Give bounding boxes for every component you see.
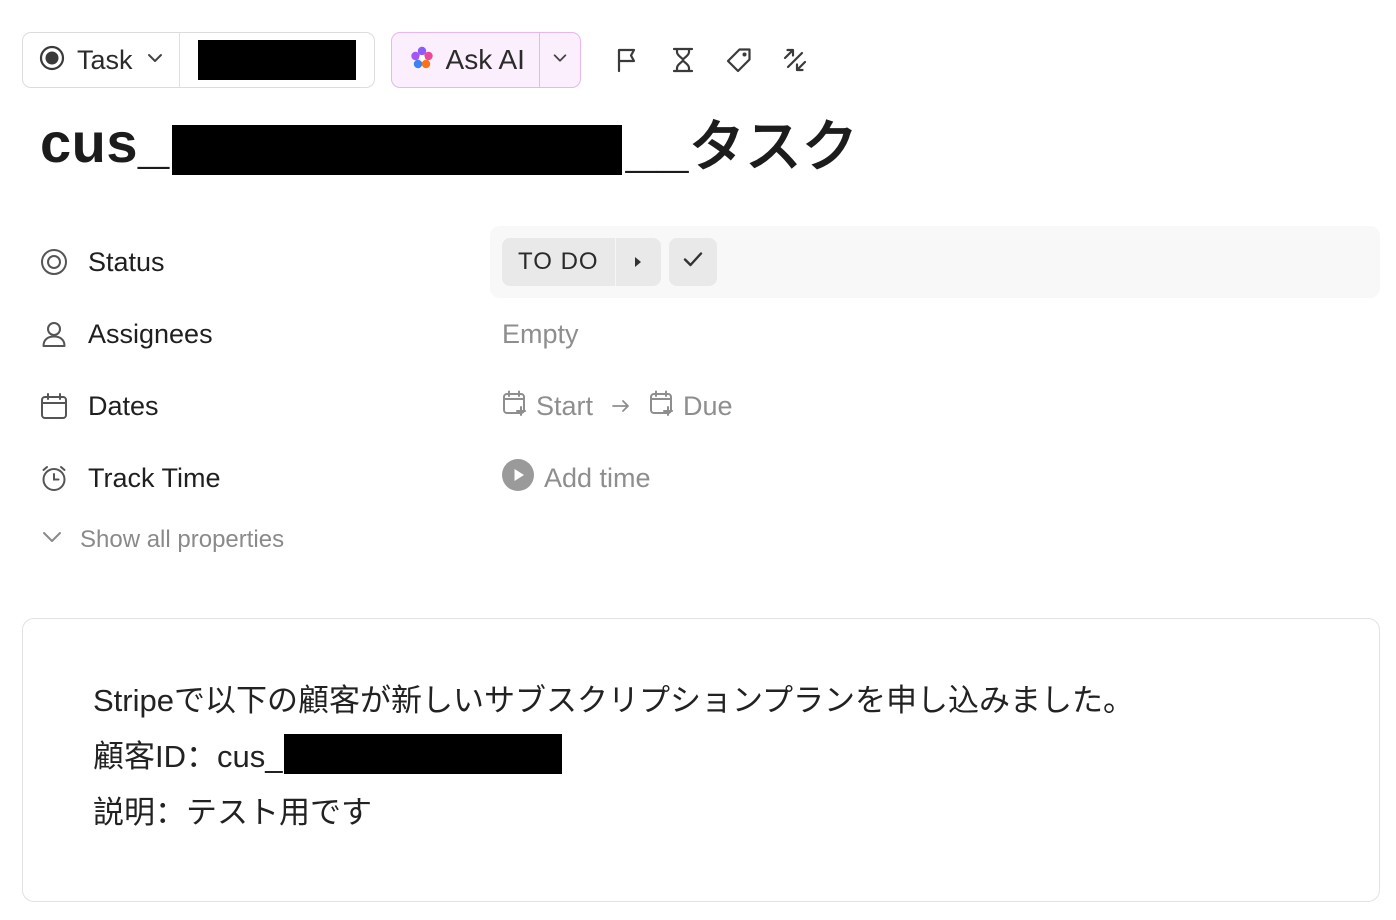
add-time-button[interactable]: Add time xyxy=(502,458,651,498)
task-id-button[interactable] xyxy=(180,33,374,87)
chevron-down-icon xyxy=(551,49,569,72)
task-properties: Status TO DO Assignees Empty Dates Start… xyxy=(40,226,1380,514)
description-line-3: 説明：テスト用です xyxy=(93,787,372,832)
task-type-icon xyxy=(39,45,65,76)
due-date-text: Due xyxy=(683,390,733,421)
task-type-group: Task xyxy=(22,32,375,88)
dates-label-text: Dates xyxy=(88,390,159,421)
toolbar-icons xyxy=(611,44,811,76)
ask-ai-group: Ask AI xyxy=(390,32,581,88)
due-date-button[interactable]: Due xyxy=(649,390,733,423)
description-editor[interactable]: Stripeで以下の顧客が新しいサブスクリプションプランを申し込みました。 顧客… xyxy=(22,618,1380,902)
property-label-dates: Dates xyxy=(40,391,490,422)
start-date-button[interactable]: Start xyxy=(502,390,593,423)
task-title[interactable]: cus_ __タスク xyxy=(40,104,858,180)
relationship-icon[interactable] xyxy=(779,44,811,76)
property-label-status: Status xyxy=(40,247,490,278)
status-icon xyxy=(40,248,68,276)
property-row-status: Status TO DO xyxy=(40,226,1380,298)
ask-ai-button[interactable]: Ask AI xyxy=(392,33,540,87)
person-icon xyxy=(40,320,68,348)
status-next-arrow-icon[interactable] xyxy=(614,238,661,286)
redacted-task-id xyxy=(197,40,356,80)
track-time-value: Add time xyxy=(490,442,1380,514)
dates-value: Start Due xyxy=(490,370,1380,442)
hourglass-icon[interactable] xyxy=(667,44,699,76)
redacted-customer-id xyxy=(171,125,622,175)
status-value-area: TO DO xyxy=(490,226,1380,298)
show-all-properties-toggle[interactable]: Show all properties xyxy=(40,520,284,560)
calendar-plus-icon xyxy=(649,390,675,423)
check-icon xyxy=(680,246,706,279)
property-row-dates: Dates Start Due xyxy=(40,370,1380,442)
calendar-plus-icon xyxy=(502,390,528,423)
assignees-label-text: Assignees xyxy=(88,318,213,349)
ask-ai-dropdown[interactable] xyxy=(540,33,580,87)
show-all-properties-label: Show all properties xyxy=(80,526,285,553)
stopwatch-icon xyxy=(40,464,68,492)
redacted-customer-id xyxy=(284,733,563,774)
assignees-empty-text: Empty xyxy=(502,318,579,349)
play-icon xyxy=(502,458,534,498)
complete-status-button[interactable] xyxy=(668,238,717,286)
description-customer-id-label: 顧客ID：cus_ xyxy=(93,739,283,774)
description-line-1: Stripeで以下の顧客が新しいサブスクリプションプランを申し込みました。 xyxy=(93,675,1134,720)
chevron-down-icon xyxy=(40,525,64,556)
task-toolbar: Task Ask AI xyxy=(22,32,811,88)
arrow-right-icon xyxy=(611,398,631,414)
status-pill[interactable]: TO DO xyxy=(502,238,661,286)
start-date-text: Start xyxy=(536,390,594,421)
status-label-text: Status xyxy=(88,246,165,277)
task-type-label: Task xyxy=(77,44,133,75)
description-line-3-text: 説明：テスト用です xyxy=(93,795,372,830)
assignees-value[interactable]: Empty xyxy=(490,298,1380,370)
description-line-1-text: Stripeで以下の顧客が新しいサブスクリプションプランを申し込みました。 xyxy=(93,683,1135,718)
description-line-2: 顧客ID：cus_ xyxy=(93,731,563,776)
flag-icon[interactable] xyxy=(611,44,643,76)
property-row-assignees: Assignees Empty xyxy=(40,298,1380,370)
calendar-icon xyxy=(40,392,68,420)
add-time-text: Add time xyxy=(544,462,651,493)
property-row-track-time: Track Time Add time xyxy=(40,442,1380,514)
ask-ai-label: Ask AI xyxy=(445,44,525,75)
property-label-assignees: Assignees xyxy=(40,319,490,350)
track-time-label-text: Track Time xyxy=(88,462,221,493)
tag-icon[interactable] xyxy=(723,44,755,76)
ai-sparkle-icon xyxy=(408,44,436,77)
task-type-button[interactable]: Task xyxy=(23,33,180,87)
task-title-suffix: __タスク xyxy=(625,114,859,178)
status-value: TO DO xyxy=(518,248,599,275)
property-label-track-time: Track Time xyxy=(40,463,490,494)
task-title-prefix: cus_ xyxy=(40,110,170,174)
chevron-down-icon xyxy=(145,48,165,73)
